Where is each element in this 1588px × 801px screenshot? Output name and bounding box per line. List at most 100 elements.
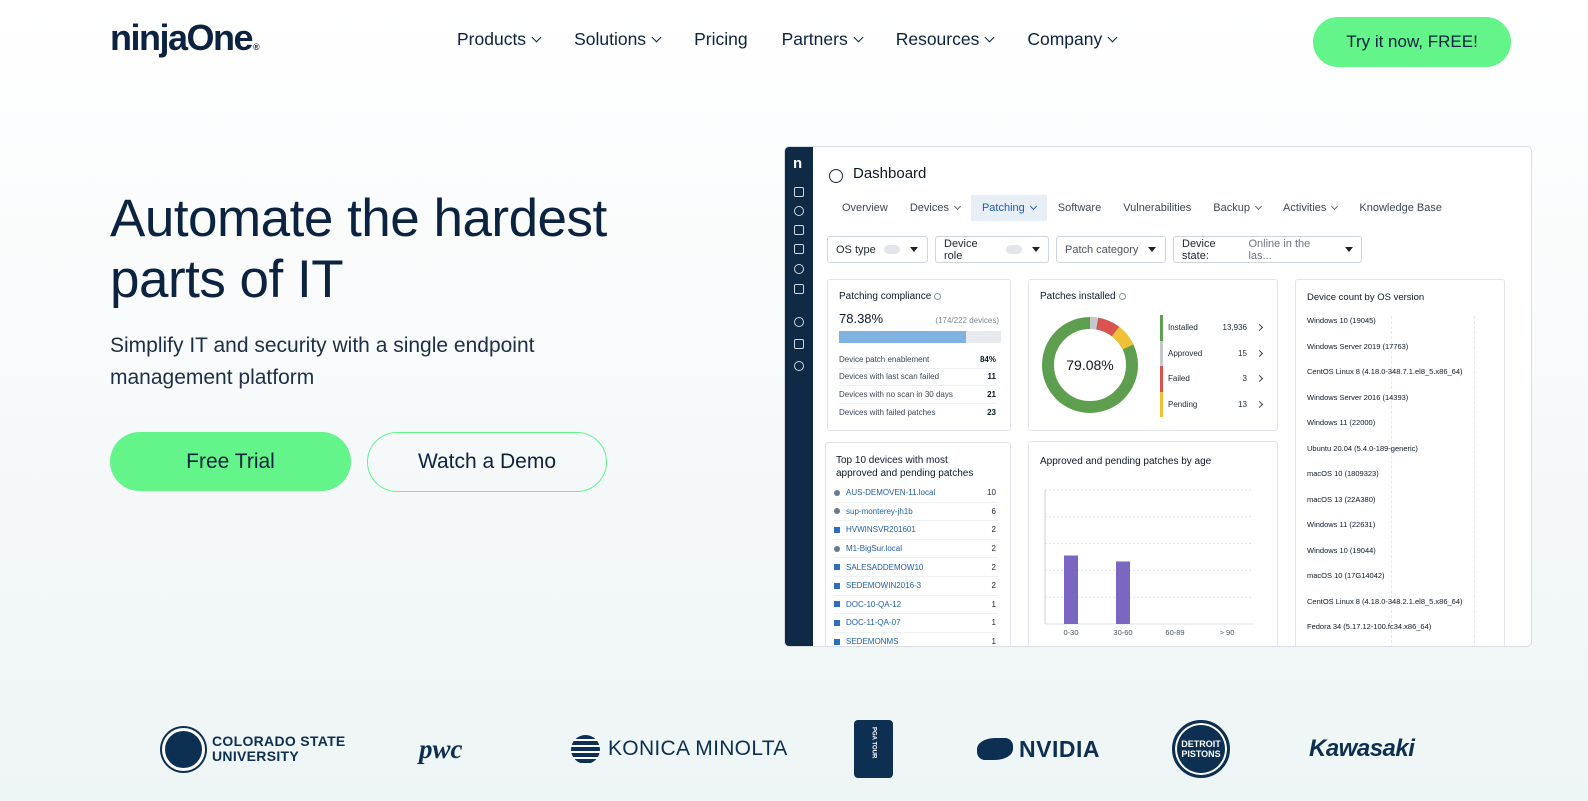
legend-installed[interactable]: Installed 13,936 [1160,315,1264,341]
device-name-link[interactable]: M1-BigSur.local [846,544,902,553]
donut-center-value: 79.08% [1066,357,1114,373]
speedometer-icon [829,169,843,183]
nav-resources[interactable]: Resources [896,26,995,52]
kawasaki-logo: Kawasaki [1309,735,1415,762]
os-version-list: Windows 10 (19045) Windows Server 2019 (… [1307,316,1463,646]
device-role-filter[interactable]: Device role [935,236,1049,263]
watch-demo-button[interactable]: Watch a Demo [367,432,607,492]
card-title: Patching compliance [839,291,942,302]
chevron-right-icon [1255,375,1264,383]
history-icon [794,361,804,371]
compliance-progress-fill [839,331,966,343]
tab-devices[interactable]: Devices [899,195,971,221]
nav-solutions[interactable]: Solutions [574,26,662,52]
os-type-filter[interactable]: OS type [827,236,928,263]
main-menu: Products Solutions Pricing Partners Reso… [457,26,1150,52]
patch-count: 1 [991,599,996,609]
table-row[interactable]: DOC-11-QA-07 1 [834,614,998,633]
chevron-down-icon [953,202,962,211]
device-name-link[interactable]: HVWINSVR201601 [846,525,916,534]
detroit-pistons-logo: DETROIT PISTONS [1172,694,1230,801]
device-name-link[interactable]: SEDEMONMS [846,637,898,646]
table-row[interactable]: SEDEMOWIN2016-3 2 [834,577,998,596]
ninjaone-logo[interactable]: ninjaOne® [110,18,260,67]
patch-count: 2 [991,562,996,572]
windows-icon [834,619,840,626]
compliance-stats: Device patch enablement 84% Devices with … [839,351,996,421]
chevron-down-icon [531,32,542,42]
list-item: Devices with no scan in 30 days 21 [839,386,996,404]
device-name-link[interactable]: AUS-DEMOVEN-11.local [846,488,935,497]
list-item: CentOS Linux 8 (4.18.0-348.7.1.el8_5.x86… [1307,367,1463,376]
csu-logo: COLORADO STATE UNIVERSITY [162,694,347,801]
patch-count: 1 [991,637,996,647]
device-name-link[interactable]: DOC-10-QA-12 [846,600,901,609]
tab-patching[interactable]: Patching [970,195,1047,221]
tab-backup[interactable]: Backup [1202,195,1272,221]
x-tick-label: 60-89 [1165,628,1184,637]
table-row[interactable]: AUS-DEMOVEN-11.local 10 [834,484,998,503]
list-item: macOS 10 (17G14042) [1307,571,1385,580]
konica-minolta-logo: KONICA MINOLTA [571,694,788,801]
list-item: Devices with failed patches 23 [839,407,996,417]
table-row[interactable]: DOC-10-QA-12 1 [834,596,998,615]
list-item: Device patch enablement 84% [839,351,996,369]
table-row[interactable]: SALESADDEMOW10 2 [834,558,998,577]
tab-overview[interactable]: Overview [831,195,899,221]
x-tick-label: 30-60 [1113,628,1132,637]
list-item: macOS 10 (1809323) [1307,469,1379,478]
filter-bar: OS type Device role Patch category Devic… [827,236,1362,263]
table-row[interactable]: HVWINSVR201601 2 [834,521,998,540]
apple-icon [834,489,840,496]
device-name-link[interactable]: SALESADDEMOW10 [846,563,923,572]
windows-icon [834,601,840,608]
tab-software[interactable]: Software [1047,195,1112,221]
nav-products[interactable]: Products [457,26,542,52]
rocket-icon [794,187,804,197]
patch-count: 1 [991,618,996,628]
legend-failed[interactable]: Failed 3 [1160,366,1264,392]
device-state-filter[interactable]: Device state: Online in the las... [1173,236,1362,263]
table-row[interactable]: M1-BigSur.local 2 [834,540,998,559]
list-item: Windows 10 (19045) [1307,316,1376,325]
windows-icon [834,638,840,645]
patches-installed-card: Patches installed 79.08% Installed 13,936… [1028,279,1278,431]
free-trial-button[interactable]: Free Trial [110,432,351,491]
top-navigation: ninjaOne® Products Solutions Pricing Par… [0,0,1588,82]
table-row[interactable]: sup-monterey-jh1b 6 [834,503,998,522]
globe-icon [571,734,600,764]
card-title: Approved and pending patches by age [1040,456,1212,467]
chart-icon [794,264,804,274]
bar-0-30[interactable] [1064,555,1078,624]
caret-down-icon [1345,247,1353,252]
legend-approved[interactable]: Approved 15 [1160,340,1264,366]
device-name-link[interactable]: DOC-11-QA-07 [846,618,901,627]
list-item: Windows 11 (22631) [1307,520,1376,529]
tab-vulnerabilities[interactable]: Vulnerabilities [1112,195,1202,221]
chevron-right-icon [1255,324,1264,332]
chevron-right-icon [1255,349,1264,357]
nav-pricing[interactable]: Pricing [694,26,748,52]
dashboard-sidebar: n [785,147,813,646]
caret-down-icon [909,247,918,252]
chevron-down-icon [984,32,995,42]
pwc-logo: pwc [419,733,463,764]
table-row[interactable]: SEDEMONMS 1 [834,633,998,647]
nav-partners[interactable]: Partners [782,26,864,52]
patch-category-filter[interactable]: Patch category [1056,236,1166,263]
nav-company[interactable]: Company [1027,26,1118,52]
card-title: Patches installed [1040,291,1126,302]
x-tick-label: 0-30 [1063,628,1078,637]
chevron-right-icon [1255,400,1264,408]
device-name-link[interactable]: SEDEMOWIN2016-3 [846,581,921,590]
dashboard-title: Dashboard [853,165,927,182]
bar-30-60[interactable] [1116,561,1130,624]
list-item: Ubuntu 20.04 (5.4.0-189-generic) [1307,443,1418,453]
legend-pending[interactable]: Pending 13 [1160,391,1264,417]
compliance-percent: 78.38% [839,311,884,326]
tab-knowledge-base[interactable]: Knowledge Base [1348,195,1453,221]
device-name-link[interactable]: sup-monterey-jh1b [846,507,913,516]
try-free-button[interactable]: Try it now, FREE! [1313,17,1511,67]
chevron-down-icon [853,32,864,42]
tab-activities[interactable]: Activities [1272,195,1348,221]
